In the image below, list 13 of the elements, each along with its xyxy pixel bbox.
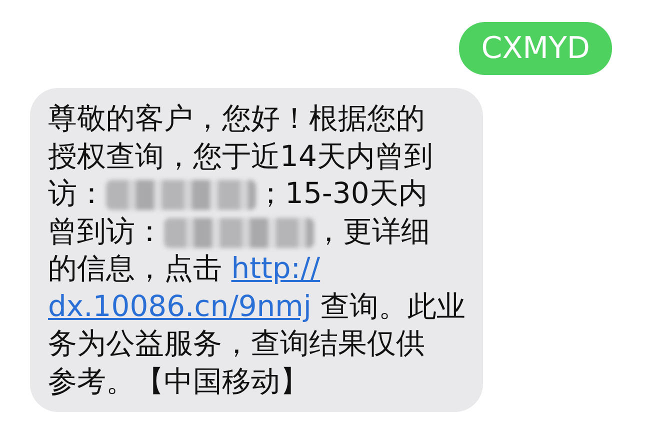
sent-message-bubble: CXMYD — [459, 22, 612, 75]
message-text: 的信息，点击 — [48, 251, 223, 285]
message-text: 曾到访： — [48, 214, 164, 248]
message-text: 务为公益服务，查询结果仅供 — [48, 326, 425, 360]
link[interactable]: dx.10086.cn/9nmj — [48, 288, 312, 322]
message-text: 尊敬的客户，您好！根据您的 — [48, 101, 425, 135]
link[interactable]: http:// — [231, 251, 320, 285]
message-text: ，更详细 — [314, 214, 430, 248]
message-text: 授权查询，您于近14天内曾到 — [48, 138, 433, 172]
message-text: 访： — [48, 176, 106, 210]
message-text: 参考。【中国移动】 — [48, 364, 309, 398]
message-text: ；15-30天内 — [256, 176, 428, 210]
message-text: 查询。此业 — [320, 288, 466, 322]
